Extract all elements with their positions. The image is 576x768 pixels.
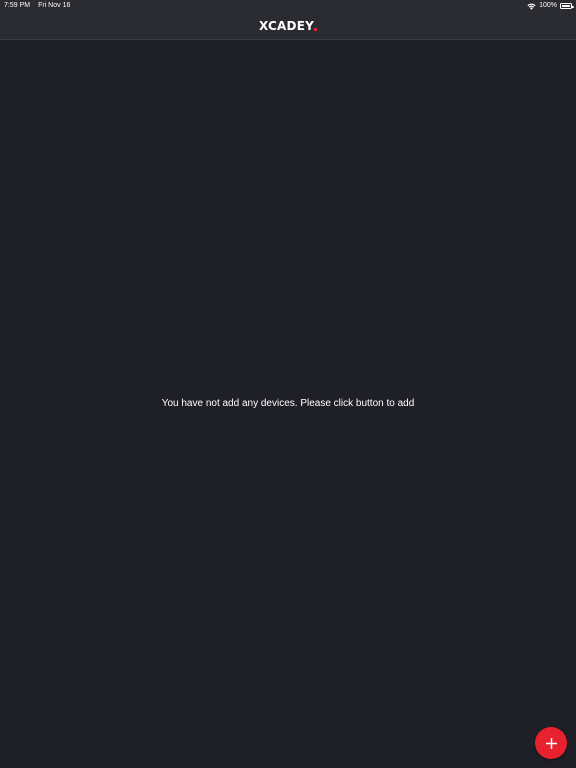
logo-text: XCADEY [259, 18, 314, 33]
empty-state-message: You have not add any devices. Please cli… [161, 398, 415, 409]
logo-accent [313, 27, 317, 31]
status-right: 100% [527, 0, 574, 12]
status-bar: 7:59 PM Fri Nov 16 100% [0, 0, 576, 12]
plus-icon [545, 737, 557, 749]
add-device-button[interactable] [535, 727, 567, 759]
wifi-icon [527, 3, 536, 10]
app-screen: 7:59 PM Fri Nov 16 100% XCADEY You have … [0, 0, 576, 768]
brand-logo: XCADEY [259, 19, 317, 33]
status-date: Fri Nov 16 [38, 2, 71, 9]
battery-fill [562, 5, 570, 7]
status-time: 7:59 PM [4, 2, 31, 9]
battery-icon [560, 3, 574, 9]
nav-bar: XCADEY [0, 12, 576, 40]
battery-percent: 100% [539, 2, 557, 9]
status-left: 7:59 PM Fri Nov 16 [4, 0, 70, 12]
